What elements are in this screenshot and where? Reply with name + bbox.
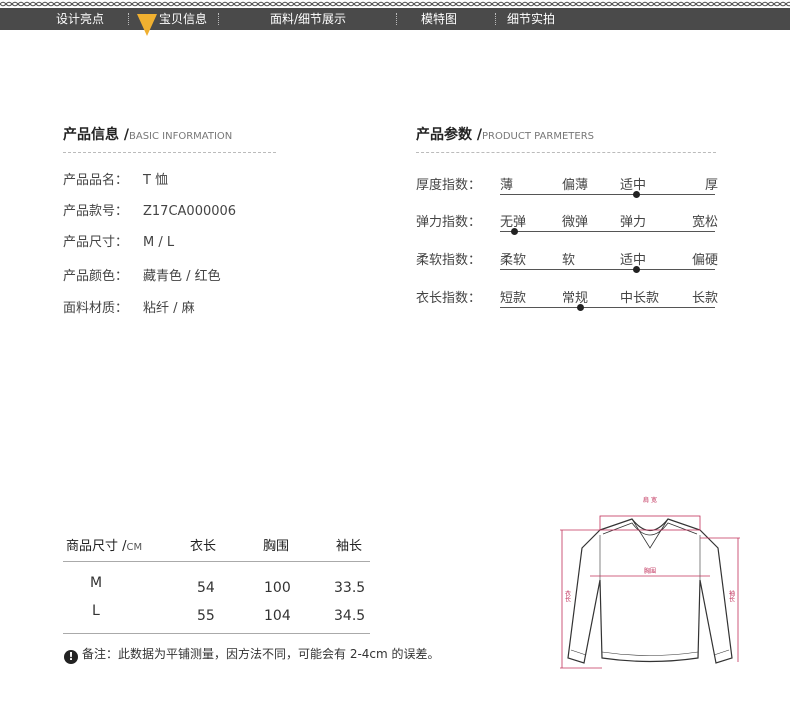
info-label: 面料材质： <box>63 301 129 316</box>
param-scale-line <box>500 269 715 270</box>
diagram-length-label: 衣长 <box>564 589 571 603</box>
nav-tab-fabric-details[interactable]: 面料/细节展示 <box>270 8 346 30</box>
size-table-unit: CM <box>126 542 143 553</box>
param-option: 中长款 <box>620 291 660 306</box>
nav-tab-detail-shots[interactable]: 细节实拍 <box>507 8 555 30</box>
param-scale-line <box>500 194 715 195</box>
param-option: 偏硬 <box>691 253 718 268</box>
param-label: 弹力指数： <box>416 215 482 230</box>
size-header-length: 衣长 <box>190 539 217 554</box>
param-option: 长款 <box>691 291 718 306</box>
info-label: 产品款号： <box>63 204 129 219</box>
param-scale-line <box>500 231 715 232</box>
nav-separator <box>128 13 129 25</box>
param-indicator-dot <box>633 266 640 273</box>
size-header-chest: 胸围 <box>263 539 290 554</box>
param-indicator-dot <box>577 304 584 311</box>
size-row-l-sleeve: 34.5 <box>334 608 366 624</box>
param-option: 软 <box>562 253 576 268</box>
param-option: 常规 <box>562 291 589 306</box>
measurement-note: ! 备注：此数据为平铺测量，因方法不同，可能会有 2-4cm 的误差。 <box>64 645 440 664</box>
info-row-size: 产品尺寸： M / L <box>63 231 174 250</box>
size-table-divider <box>63 633 370 634</box>
param-option: 短款 <box>500 291 527 306</box>
chain-border-decoration <box>0 1 790 7</box>
product-info-subtitle: BASIC INFORMATION <box>129 131 233 142</box>
size-row-m-length: 54 <box>197 580 215 596</box>
size-row-l-label: L <box>92 603 100 619</box>
param-indicator-dot <box>633 191 640 198</box>
exclamation-icon: ! <box>64 650 78 664</box>
info-value: M / L <box>143 235 175 250</box>
info-value: Z17CA000006 <box>143 204 237 219</box>
param-option: 薄 <box>500 178 514 193</box>
product-info-heading: 产品信息 /BASIC INFORMATION <box>63 124 232 144</box>
product-params-heading: 产品参数 /PRODUCT PARMETERS <box>416 124 594 144</box>
nav-separator <box>218 13 219 25</box>
info-value: 藏青色 / 红色 <box>143 269 221 284</box>
size-row-m-chest: 100 <box>264 580 291 596</box>
info-label: 产品品名： <box>63 173 129 188</box>
nav-tab-design-highlights[interactable]: 设计亮点 <box>56 8 104 30</box>
info-row-style-number: 产品款号： Z17CA000006 <box>63 200 236 219</box>
nav-tab-model-photos[interactable]: 模特图 <box>421 8 457 30</box>
size-header-sleeve: 袖长 <box>336 539 363 554</box>
product-params-title: 产品参数 / <box>416 127 482 143</box>
param-option: 适中 <box>620 178 647 193</box>
param-option: 柔软 <box>500 253 527 268</box>
info-value: 粘纤 / 麻 <box>143 301 195 316</box>
size-row-m-sleeve: 33.5 <box>334 580 366 596</box>
section-divider <box>63 152 276 153</box>
info-row-material: 面料材质： 粘纤 / 麻 <box>63 297 195 316</box>
size-table-title: 商品尺寸 /CM <box>66 535 142 554</box>
info-value: T 恤 <box>143 173 169 188</box>
size-table-title-text: 商品尺寸 / <box>66 539 127 554</box>
param-indicator-dot <box>511 228 518 235</box>
param-option: 偏薄 <box>562 178 589 193</box>
info-label: 产品颜色： <box>63 269 129 284</box>
section-divider <box>416 152 716 153</box>
param-option: 适中 <box>620 253 647 268</box>
param-label: 衣长指数： <box>416 291 482 306</box>
param-option: 微弹 <box>562 215 589 230</box>
param-label: 厚度指数： <box>416 178 482 193</box>
size-row-l-length: 55 <box>197 608 215 624</box>
nav-bar: 设计亮点 宝贝信息 面料/细节展示 模特图 细节实拍 <box>0 8 790 30</box>
info-row-name: 产品品名： T 恤 <box>63 169 168 188</box>
active-tab-arrow-icon <box>137 14 157 36</box>
param-option: 弹力 <box>620 215 647 230</box>
size-row-l-chest: 104 <box>264 608 291 624</box>
param-label: 柔软指数： <box>416 253 482 268</box>
param-option: 厚 <box>704 178 718 193</box>
info-label: 产品尺寸： <box>63 235 129 250</box>
nav-separator <box>396 13 397 25</box>
product-info-title: 产品信息 / <box>63 127 129 143</box>
note-text: 备注：此数据为平铺测量，因方法不同，可能会有 2-4cm 的误差。 <box>82 647 440 661</box>
diagram-sleeve-label: 袖长 <box>728 589 735 603</box>
diagram-shoulder-label: 肩 宽 <box>643 496 657 504</box>
param-option: 宽松 <box>691 215 718 230</box>
garment-measurement-diagram: 肩 宽 胸围 衣长 袖长 <box>560 496 740 669</box>
tshirt-outline-icon <box>567 518 733 664</box>
info-row-color: 产品颜色： 藏青色 / 红色 <box>63 265 221 284</box>
size-row-m-label: M <box>90 575 103 591</box>
product-params-subtitle: PRODUCT PARMETERS <box>482 131 594 142</box>
nav-separator <box>495 13 496 25</box>
param-scale-line <box>500 307 715 308</box>
size-table-divider <box>63 561 370 562</box>
diagram-chest-label: 胸围 <box>644 567 656 575</box>
nav-tab-product-info[interactable]: 宝贝信息 <box>159 8 207 30</box>
